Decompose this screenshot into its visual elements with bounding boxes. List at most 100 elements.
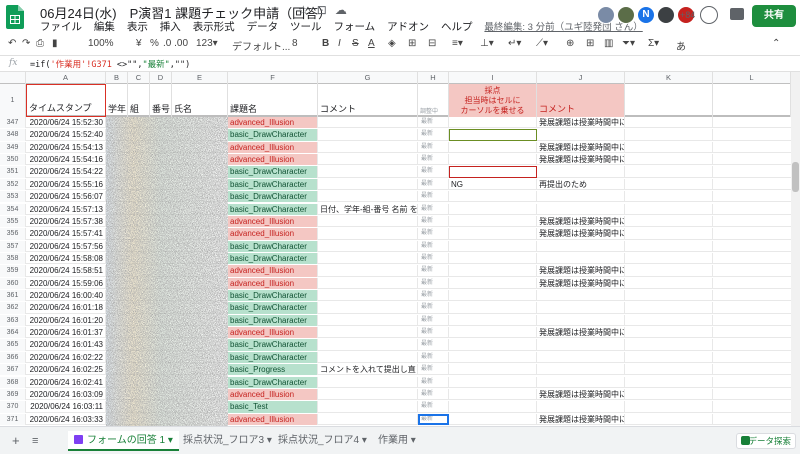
h-cell[interactable]: 最新 [418,302,449,314]
score-cell[interactable] [449,228,537,240]
h-cell[interactable]: 最新 [418,401,449,413]
h-cell[interactable]: 最新 [418,215,449,228]
h-cell[interactable]: 最新 [418,240,449,252]
k-cell[interactable] [625,178,713,191]
avatar[interactable] [657,6,675,24]
row-number[interactable]: 371 [0,413,26,425]
sheets-logo-icon[interactable] [6,5,24,29]
comment-cell[interactable] [318,154,418,166]
header-cell-name[interactable]: 氏名 [172,84,228,117]
timestamp-cell[interactable]: 2020/06/24 15:56:07 [26,191,106,203]
timestamp-cell[interactable]: 2020/06/24 15:52:40 [26,129,106,141]
all-sheets-icon[interactable]: ≡ [32,431,38,451]
align-icon[interactable]: ≡▾ [452,38,463,49]
tab-workspace[interactable]: 作業用 ▾ [378,431,416,451]
task-cell[interactable]: basic_DrawCharacter [228,166,318,178]
feedback-cell[interactable] [537,364,625,376]
timestamp-cell[interactable]: 2020/06/24 15:52:30 [26,117,106,129]
header-cell-number[interactable]: 番号 [150,84,172,117]
feedback-cell[interactable] [537,191,625,203]
scrollbar-thumb[interactable] [792,162,799,192]
chart-icon[interactable]: ▥ [604,38,613,49]
timestamp-cell[interactable]: 2020/06/24 15:57:41 [26,228,106,240]
score-cell[interactable] [449,376,537,388]
row-number[interactable]: 356 [0,228,26,240]
feedback-cell[interactable]: 発展課題は授業時間中にフィードバックしません [537,413,625,425]
feedback-cell[interactable] [537,129,625,141]
formula-input[interactable]: =if('作業用'!G371 <>"","最新","") [30,58,190,70]
percent-button[interactable]: % [150,38,159,49]
comment-cell[interactable] [318,351,418,364]
column-header-C[interactable]: C [128,72,150,84]
row-number[interactable]: 358 [0,252,26,265]
header-cell-comment[interactable]: コメント [318,84,418,117]
k-cell[interactable] [625,228,713,240]
timestamp-cell[interactable]: 2020/06/24 15:54:13 [26,141,106,154]
merge-cells-icon[interactable]: ⊟ [428,38,436,49]
score-cell[interactable] [449,117,537,129]
comment-cell[interactable] [318,252,418,265]
avatar[interactable]: N [637,6,655,24]
comment-cell[interactable] [318,117,418,129]
h-cell[interactable]: 最新 [418,203,449,215]
vertical-scrollbar[interactable] [791,72,800,426]
h-cell[interactable]: 最新 [418,327,449,339]
header-cell-l[interactable] [713,84,791,117]
feedback-cell[interactable] [537,203,625,215]
score-cell[interactable] [449,388,537,401]
tab-form-responses[interactable]: フォームの回答 1 ▾ [68,431,179,451]
score-cell[interactable] [449,327,537,339]
h-cell[interactable]: 最新 [418,413,449,425]
feedback-cell[interactable] [537,314,625,327]
comment-cell[interactable] [318,129,418,141]
row-number[interactable]: 365 [0,339,26,351]
comment-cell[interactable] [318,265,418,277]
feedback-cell[interactable] [537,351,625,364]
menu-format[interactable]: 表示形式 [193,21,235,33]
header-cell-year[interactable]: 学年 [106,84,128,117]
h-cell[interactable]: 最新 [418,290,449,302]
k-cell[interactable] [625,252,713,265]
task-cell[interactable]: basic_Progress [228,364,318,376]
h-cell[interactable]: 最新 [418,339,449,351]
header-cell-task[interactable]: 課題名 [228,84,318,117]
k-cell[interactable] [625,129,713,141]
feedback-cell[interactable]: 発展課題は授業時間中にフィードバックしません [537,215,625,228]
feedback-cell[interactable]: 発展課題は授業時間中にフィードバックしません [537,117,625,129]
score-cell[interactable] [449,413,537,425]
k-cell[interactable] [625,117,713,129]
task-cell[interactable]: basic_DrawCharacter [228,339,318,351]
row-number[interactable]: 364 [0,327,26,339]
feedback-cell[interactable] [537,240,625,252]
comment-cell[interactable]: 日付、学年-組-番号 名前 を記 [318,203,418,215]
task-cell[interactable]: basic_DrawCharacter [228,240,318,252]
k-cell[interactable] [625,203,713,215]
fill-color-icon[interactable]: ◈ [388,38,396,49]
h-cell[interactable]: 最新 [418,178,449,191]
row-number[interactable]: 360 [0,277,26,289]
column-header-D[interactable]: D [150,72,172,84]
score-cell[interactable] [449,215,537,228]
h-cell[interactable]: 最新 [418,265,449,277]
bold-button[interactable]: B [322,38,329,49]
task-cell[interactable]: basic_Test [228,401,318,413]
timestamp-cell[interactable]: 2020/06/24 15:58:08 [26,252,106,265]
score-cell[interactable] [449,141,537,154]
task-cell[interactable]: basic_DrawCharacter [228,203,318,215]
comment-icon[interactable] [730,8,744,20]
score-cell[interactable] [449,277,537,289]
timestamp-cell[interactable]: 2020/06/24 16:00:40 [26,290,106,302]
h-cell[interactable]: 最新 [418,166,449,178]
h-cell[interactable]: 最新 [418,228,449,240]
task-cell[interactable]: advanced_Illusion [228,413,318,425]
feedback-cell[interactable] [537,302,625,314]
header-cell-timestamp[interactable]: タイムスタンプ [26,84,106,117]
tab-floor4[interactable]: 採点状況_フロア4 ▾ [278,431,367,451]
comment-cell[interactable] [318,277,418,289]
h-cell[interactable]: 最新 [418,129,449,141]
comment-cell[interactable]: コメントを入れて提出し直し [318,364,418,376]
row-number[interactable]: 350 [0,154,26,166]
feedback-cell[interactable]: 発展課題は授業時間中にフィードバックしません [537,388,625,401]
feedback-cell[interactable] [537,290,625,302]
comment-cell[interactable] [318,388,418,401]
